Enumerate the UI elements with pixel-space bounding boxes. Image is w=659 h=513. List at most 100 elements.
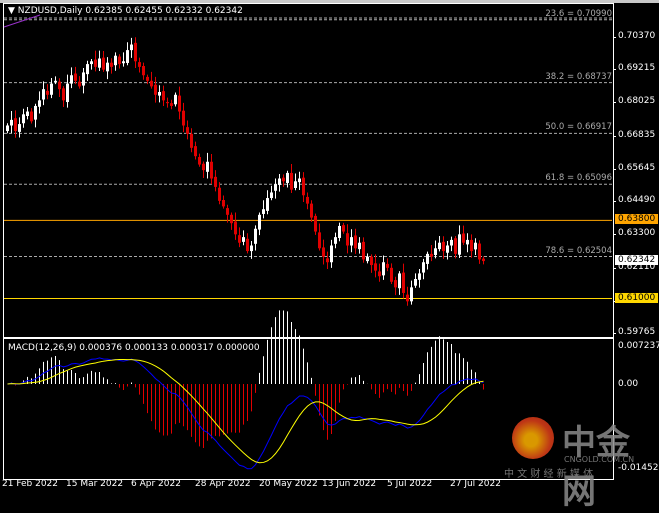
candle-body [326, 258, 329, 263]
candle-body [170, 103, 173, 106]
candle-body [358, 242, 361, 250]
candle-body [438, 242, 441, 250]
candle-body [150, 80, 153, 87]
candle-body [130, 44, 133, 51]
price-axis-tick [613, 37, 616, 38]
candle-body [42, 89, 45, 100]
candle-body [306, 196, 309, 204]
candle-body [318, 232, 321, 249]
candle-body [238, 235, 241, 243]
price-axis-tick [613, 234, 616, 236]
candle-body [330, 245, 333, 263]
candle-body [450, 239, 453, 246]
candle-body [266, 198, 269, 211]
price-axis-label: 0.65645 [618, 162, 656, 173]
candle-body [350, 237, 353, 246]
date-label: 15 Mar 2022 [66, 479, 124, 489]
price-axis-label: 0.64490 [618, 195, 656, 206]
candle-body [226, 208, 229, 215]
candle-body [410, 287, 413, 302]
candle-body [34, 105, 37, 120]
candle-body [370, 256, 373, 266]
date-label: 28 Apr 2022 [195, 479, 251, 489]
candle-body [310, 203, 313, 218]
candle-body [174, 94, 177, 105]
candle-body [282, 177, 285, 182]
candle-body [38, 100, 41, 107]
candle-body [422, 262, 425, 273]
candle-body [334, 237, 337, 244]
candle-body [210, 161, 213, 179]
candle-body [302, 177, 305, 196]
candle-body [82, 72, 85, 86]
candle-body [218, 187, 221, 201]
candle-body [86, 64, 89, 75]
candle-body [102, 57, 105, 70]
candle-body [378, 271, 381, 277]
date-label: 27 Jul 2022 [450, 479, 501, 489]
candle-body [262, 209, 265, 214]
candle-body [354, 235, 357, 249]
candle-body [202, 163, 205, 171]
price-axis-tick [613, 267, 616, 269]
price-axis-tick [613, 333, 616, 334]
candle-body [118, 56, 121, 65]
candle-body [142, 66, 145, 76]
price-axis-label: 0.59765 [618, 327, 656, 337]
candle-body [366, 256, 369, 262]
fib-level-label: 50.0 = 0.66917 [545, 122, 612, 133]
fib-level-label: 61.8 = 0.65096 [545, 173, 612, 184]
candle-body [338, 225, 341, 238]
candle-body [190, 133, 193, 148]
candle-body [322, 247, 325, 257]
candle-body [374, 263, 377, 271]
candle-body [478, 243, 481, 260]
candle-body [206, 161, 209, 172]
ohlc-values: 0.62385 0.62455 0.62332 0.62342 [85, 6, 243, 16]
candle-body [66, 83, 69, 103]
candle-body [122, 61, 125, 64]
candle-body [6, 125, 9, 132]
fib-level-label: 78.6 = 0.62504 [545, 245, 612, 256]
price-axis-label: 0.70370 [618, 31, 656, 41]
candle-body [286, 172, 289, 183]
candle-body [394, 280, 397, 288]
macd-axis-max: 0.007237 [618, 341, 659, 351]
candle-body [474, 242, 477, 250]
candle-body [234, 221, 237, 235]
candle-body [138, 62, 141, 67]
candle-body [26, 111, 29, 116]
candle-body [162, 91, 165, 101]
symbol-label: NZDUSD,Daily [17, 6, 83, 16]
candle-body [434, 248, 437, 255]
candle-body [134, 42, 137, 62]
candle-body [258, 214, 261, 230]
price-axis-tick [613, 69, 616, 71]
candle-body [54, 80, 57, 82]
candle-body [442, 241, 445, 252]
fib-level-label: 38.2 = 0.68737 [545, 71, 612, 82]
candle-body [314, 215, 317, 232]
candle-body [454, 238, 457, 254]
price-axis-tick [613, 168, 616, 170]
dropdown-triangle-icon[interactable]: ▼ [8, 6, 18, 16]
candle-body [94, 59, 97, 67]
candle-body [482, 258, 485, 262]
candle-body [458, 234, 461, 255]
candle-body [390, 267, 393, 282]
candle-body [98, 58, 101, 68]
candle-body [22, 114, 25, 124]
price-axis-label: 0.68025 [618, 96, 656, 107]
candle-body [254, 228, 257, 244]
candle-body [78, 81, 81, 87]
candle-body [178, 95, 181, 112]
candle-body [62, 88, 65, 101]
candle-body [222, 200, 225, 207]
macd-axis-zero: 0.00 [618, 379, 639, 389]
current-price-tag: 0.62342 [615, 255, 659, 266]
date-label: 21 Feb 2022 [2, 479, 59, 489]
candle-body [90, 61, 93, 65]
candle-body [470, 239, 473, 252]
cngold-watermark: 中金网 CNGOLD.COM.CN 中 文 财 经 新 媒 体 [500, 417, 659, 512]
candle-body [126, 50, 129, 63]
